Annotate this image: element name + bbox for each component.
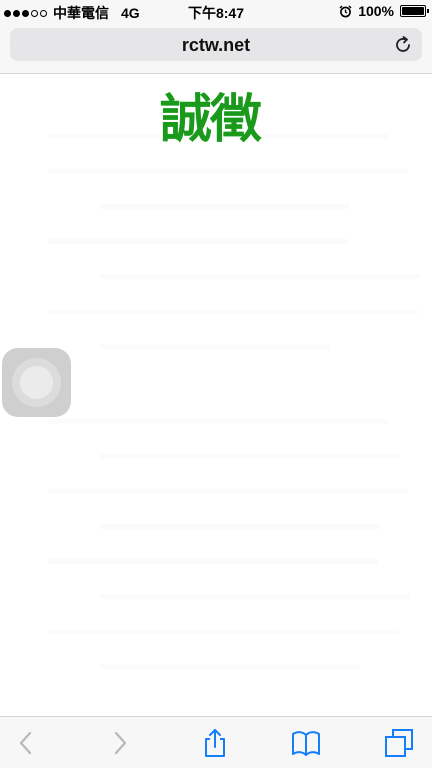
bottom-toolbar (0, 716, 432, 768)
book-icon[interactable] (290, 727, 322, 759)
tabs-icon[interactable] (383, 727, 415, 759)
battery-icon (400, 5, 429, 17)
share-icon[interactable] (199, 727, 231, 759)
battery-tip (427, 9, 429, 13)
battery-percent: 100% (358, 3, 394, 19)
safari-screen: 中華電信 4G 下午8:47 100% rctw.net 誠徵 (0, 0, 432, 768)
assistive-touch-core (20, 366, 53, 399)
web-content: 誠徵 (0, 74, 432, 716)
status-right: 100% (339, 3, 429, 19)
url-text[interactable]: rctw.net (10, 35, 422, 56)
page-logo: 誠徵 (160, 90, 262, 150)
assistive-touch-button[interactable] (2, 348, 71, 417)
alarm-icon (339, 4, 352, 17)
reload-icon[interactable] (392, 34, 414, 56)
battery-fill (402, 7, 424, 15)
chevron-left-icon[interactable] (10, 727, 42, 759)
navigation-bar: rctw.net (0, 24, 432, 74)
status-bar: 中華電信 4G 下午8:47 100% (0, 0, 432, 24)
address-field[interactable]: rctw.net (10, 28, 422, 61)
chevron-right-icon[interactable] (104, 727, 136, 759)
